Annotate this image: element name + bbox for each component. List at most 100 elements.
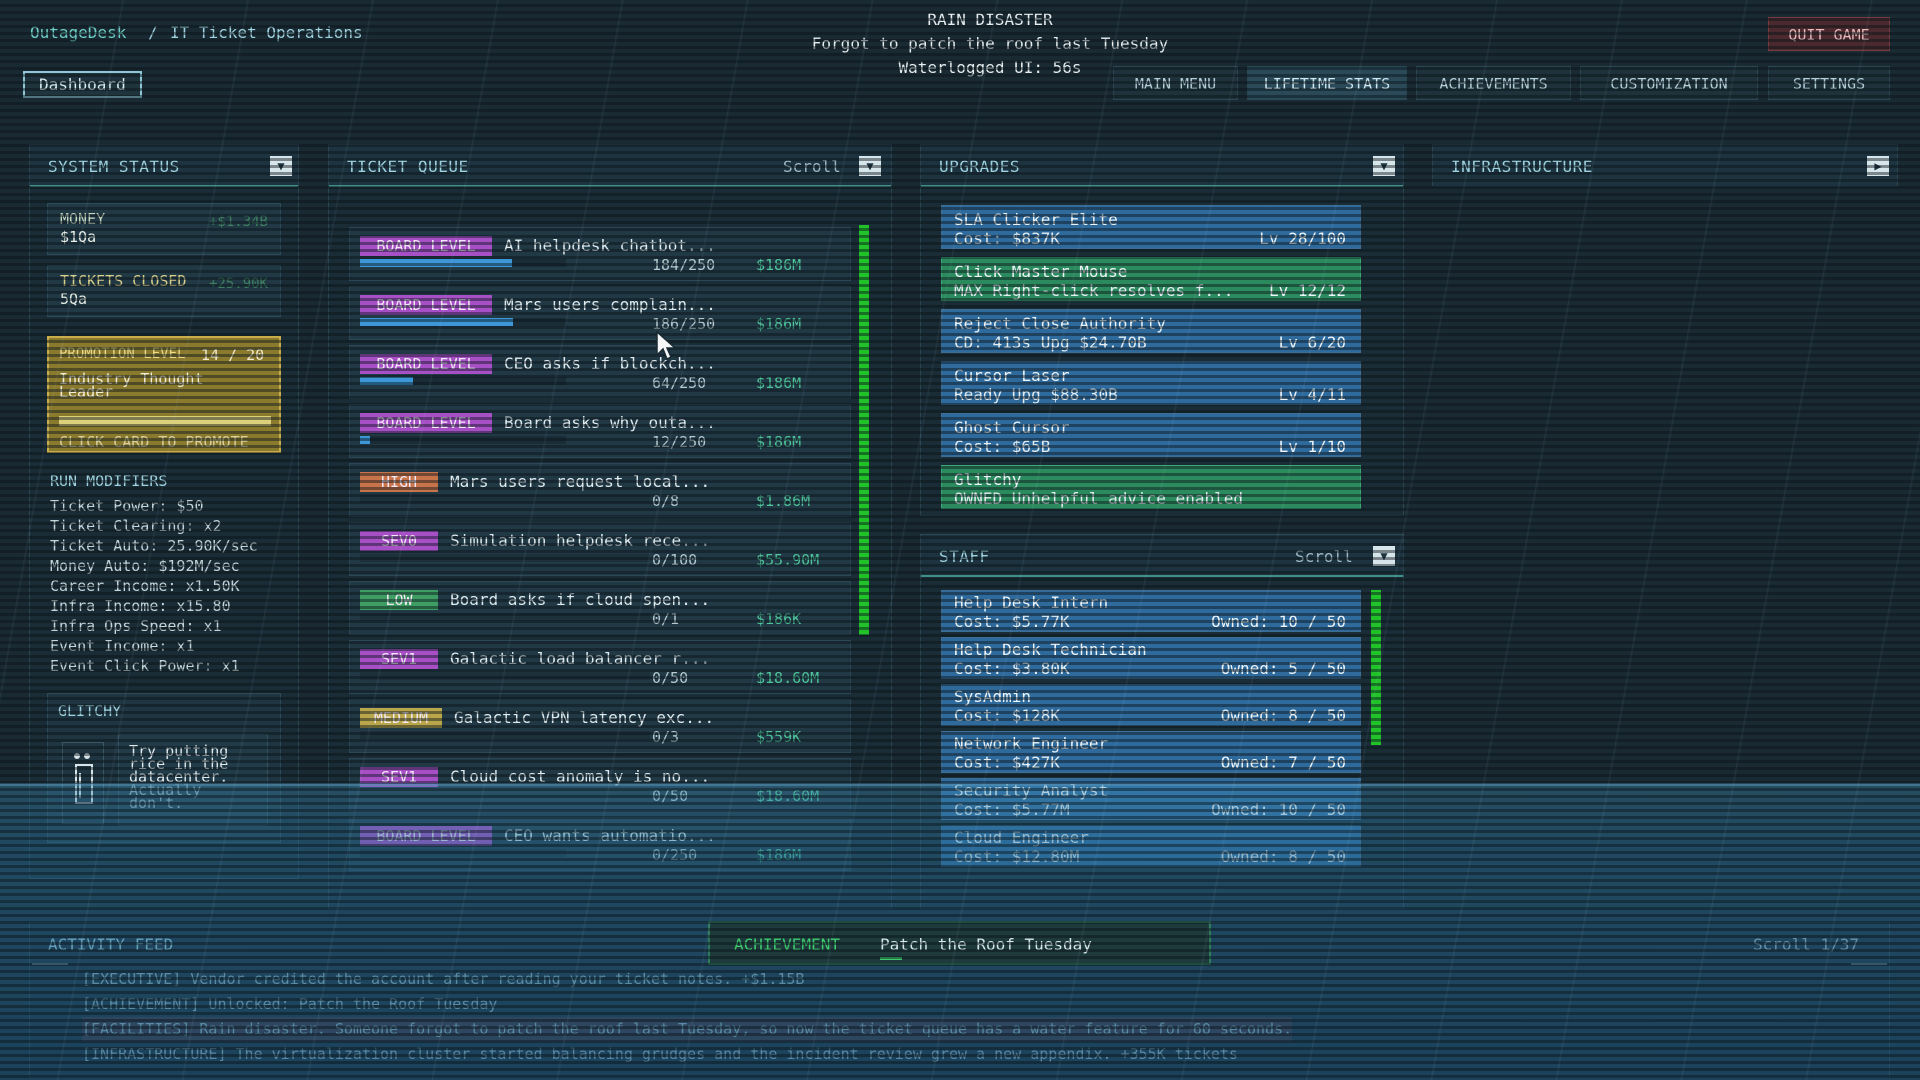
- staff-card[interactable]: Help Desk Technician Cost: $3.80K Owned: 5…: [941, 637, 1361, 679]
- chevron-down-icon[interactable]: ▼: [1373, 156, 1395, 176]
- achievement-toast[interactable]: ACHIEVEMENT Patch the Roof Tuesday: [708, 921, 1211, 965]
- ticket-reward: $18.60M: [756, 669, 820, 687]
- ticket-progress-text: 0/8: [652, 492, 680, 510]
- ticket-title: CEO wants automatio...: [504, 826, 716, 845]
- mouse-cursor-icon: [656, 330, 678, 365]
- ticket-card[interactable]: LOW Board asks if cloud spen... 0/1 $186K: [349, 581, 851, 635]
- staff-card[interactable]: Cloud Engineer Cost: $12.80M Owned: 8 / 50: [941, 825, 1361, 867]
- tickets-closed-stat: TICKETS CLOSED 5Qa +25.90K: [47, 265, 281, 317]
- upgrade-level: Lv 4/11: [1278, 385, 1346, 404]
- ticket-card[interactable]: MEDIUM Galactic VPN latency exc... 0/3 $559…: [349, 699, 851, 753]
- money-value: $1Qa: [60, 228, 97, 246]
- ticket-queue-title: TICKET QUEUE: [347, 157, 469, 176]
- achievement-toast-text: Patch the Roof Tuesday: [880, 935, 1092, 954]
- ticket-card[interactable]: BOARD LEVEL CEO asks if blockch... 64/250 $…: [349, 345, 851, 399]
- ticket-title: Galactic load balancer r...: [450, 649, 711, 668]
- upgrade-card[interactable]: Cursor Laser Ready Upg $88.30B Lv 4/11: [941, 361, 1361, 405]
- chevron-down-icon[interactable]: ▼: [859, 156, 881, 176]
- nav-main-menu[interactable]: MAIN MENU: [1113, 66, 1238, 100]
- ticket-reward: $18.60M: [756, 787, 820, 805]
- infrastructure-title: INFRASTRUCTURE: [1451, 157, 1593, 176]
- upgrade-name: SLA Clicker Elite: [954, 210, 1118, 229]
- glitchy-speech-bubble: Try putting rice in the datacenter. Actu…: [118, 734, 268, 826]
- run-modifier: Infra Income: x15.80: [50, 597, 231, 615]
- ticket-progress-bar: [360, 849, 566, 857]
- staff-owned: Owned: 8 / 50: [1220, 847, 1346, 866]
- ticket-priority-tag: BOARD LEVEL: [360, 413, 492, 433]
- ticket-progress-text: 0/250: [652, 846, 698, 864]
- glitchy-mascot-icon: [62, 742, 104, 824]
- ticket-card[interactable]: SEV1 Galactic load balancer r... 0/50 $18.6…: [349, 640, 851, 694]
- upgrade-level: Lv 6/20: [1278, 333, 1346, 352]
- app-name[interactable]: OutageDesk: [30, 23, 126, 42]
- activity-feed-lines: [EXECUTIVE] Vendor credited the account …: [82, 967, 1293, 1067]
- staff-cost: Cost: $427K: [954, 753, 1060, 772]
- event-title: RAIN DISASTER: [927, 10, 1053, 29]
- nav-achievements[interactable]: ACHIEVEMENTS: [1416, 66, 1571, 100]
- dashboard-button[interactable]: Dashboard: [23, 71, 142, 98]
- nav-customization[interactable]: CUSTOMIZATION: [1580, 66, 1758, 100]
- ticket-progress-bar: [360, 377, 566, 385]
- ticket-card[interactable]: BOARD LEVEL AI helpdesk chatbot... 184/250…: [349, 227, 851, 281]
- ticket-title: CEO asks if blockch...: [504, 354, 716, 373]
- activity-feed-line: [FACILITIES] Rain disaster. Someone forg…: [82, 1017, 1293, 1042]
- chevron-down-icon[interactable]: ▼: [270, 156, 292, 176]
- ticket-progress-bar: [360, 672, 650, 680]
- ticket-priority-tag: BOARD LEVEL: [360, 354, 492, 374]
- run-modifier: Ticket Auto: 25.90K/sec: [50, 537, 258, 555]
- ticket-progress-bar: [360, 436, 566, 444]
- activity-feed-scroll-label: Scroll 1/37: [1753, 935, 1859, 954]
- ticket-priority-tag: BOARD LEVEL: [360, 236, 492, 256]
- upgrade-name: Ghost Cursor: [954, 418, 1070, 437]
- ticket-queue-scrollbar[interactable]: [859, 225, 869, 635]
- ticket-progress-bar: [360, 495, 650, 503]
- staff-panel: STAFF Scroll ▼ Help Desk Intern Cost: $5.…: [920, 534, 1404, 909]
- chevron-right-icon[interactable]: ▶: [1867, 156, 1889, 176]
- promote-cta[interactable]: CLICK CARD TO PROMOTE: [59, 433, 249, 451]
- ticket-progress-text: 64/250: [652, 374, 707, 392]
- ticket-progress-text: 0/50: [652, 787, 689, 805]
- upgrade-card[interactable]: Click Master Mouse MAX Right-click resolv…: [941, 257, 1361, 301]
- ticket-queue-header: TICKET QUEUE Scroll ▼: [329, 145, 891, 187]
- ticket-priority-tag: SEV1: [360, 649, 438, 669]
- ticket-title: Mars users complain...: [504, 295, 716, 314]
- run-modifiers-title: RUN MODIFIERS: [50, 472, 168, 490]
- upgrade-card[interactable]: Reject Close Authority CD: 413s Upg $24.7…: [941, 309, 1361, 353]
- chevron-down-icon[interactable]: ▼: [1373, 546, 1395, 566]
- ticket-reward: $186M: [756, 846, 802, 864]
- feed-divider-left: [32, 963, 68, 965]
- promotion-rank: Industry Thought Leader: [59, 372, 204, 400]
- ticket-card[interactable]: SEV1 Cloud cost anomaly is no... 0/50 $18.6…: [349, 758, 851, 812]
- ticket-card[interactable]: BOARD LEVEL Board asks why outa... 12/250 $…: [349, 404, 851, 458]
- upgrade-card[interactable]: SLA Clicker Elite Cost: $837K Lv 28/100: [941, 205, 1361, 249]
- ticket-progress-text: 0/3: [652, 728, 680, 746]
- activity-feed-line: [EXECUTIVE] Vendor credited the account …: [82, 970, 805, 988]
- staff-card[interactable]: Security Analyst Cost: $5.77M Owned: 10 / …: [941, 778, 1361, 820]
- ticket-card[interactable]: SEV0 Simulation helpdesk rece... 0/100 $55.…: [349, 522, 851, 576]
- ticket-progress-bar: [360, 790, 650, 798]
- ticket-priority-tag: BOARD LEVEL: [360, 826, 492, 846]
- staff-card[interactable]: Help Desk Intern Cost: $5.77K Owned: 10 / …: [941, 590, 1361, 632]
- ticket-progress-fill: [360, 318, 514, 326]
- nav-settings[interactable]: SETTINGS: [1768, 66, 1890, 100]
- upgrade-card[interactable]: Ghost Cursor Cost: $65B Lv 1/10: [941, 413, 1361, 457]
- ticket-title: Mars users request local...: [450, 472, 711, 491]
- ticket-priority-tag: SEV0: [360, 531, 438, 551]
- ticket-reward: $186M: [756, 433, 802, 451]
- promotion-card[interactable]: PROMOTION LEVEL 14 / 20 Industry Thought…: [47, 336, 281, 453]
- upgrade-detail: CD: 413s Upg $24.70B: [954, 333, 1147, 352]
- ticket-card[interactable]: HIGH Mars users request local... 0/8 $1.86M: [349, 463, 851, 517]
- ticket-title: Galactic VPN latency exc...: [454, 708, 715, 727]
- quit-game-button[interactable]: QUIT GAME: [1768, 17, 1890, 51]
- infrastructure-panel[interactable]: INFRASTRUCTURE ▶: [1432, 144, 1898, 187]
- nav-lifetime-stats[interactable]: LIFETIME STATS: [1247, 66, 1407, 100]
- staff-card[interactable]: SysAdmin Cost: $128K Owned: 8 / 50: [941, 684, 1361, 726]
- staff-cost: Cost: $5.77K: [954, 612, 1070, 631]
- staff-scrollbar[interactable]: [1371, 590, 1381, 745]
- ticket-card[interactable]: BOARD LEVEL Mars users complain... 186/250…: [349, 286, 851, 340]
- staff-card[interactable]: Network Engineer Cost: $427K Owned: 7 / 50: [941, 731, 1361, 773]
- ticket-card[interactable]: BOARD LEVEL CEO wants automatio... 0/250 $1…: [349, 817, 851, 871]
- upgrade-detail: Ready Upg $88.30B: [954, 385, 1118, 404]
- glitchy-title: GLITCHY: [58, 702, 122, 720]
- upgrade-card[interactable]: Glitchy OWNED Unhelpful advice enabled: [941, 465, 1361, 509]
